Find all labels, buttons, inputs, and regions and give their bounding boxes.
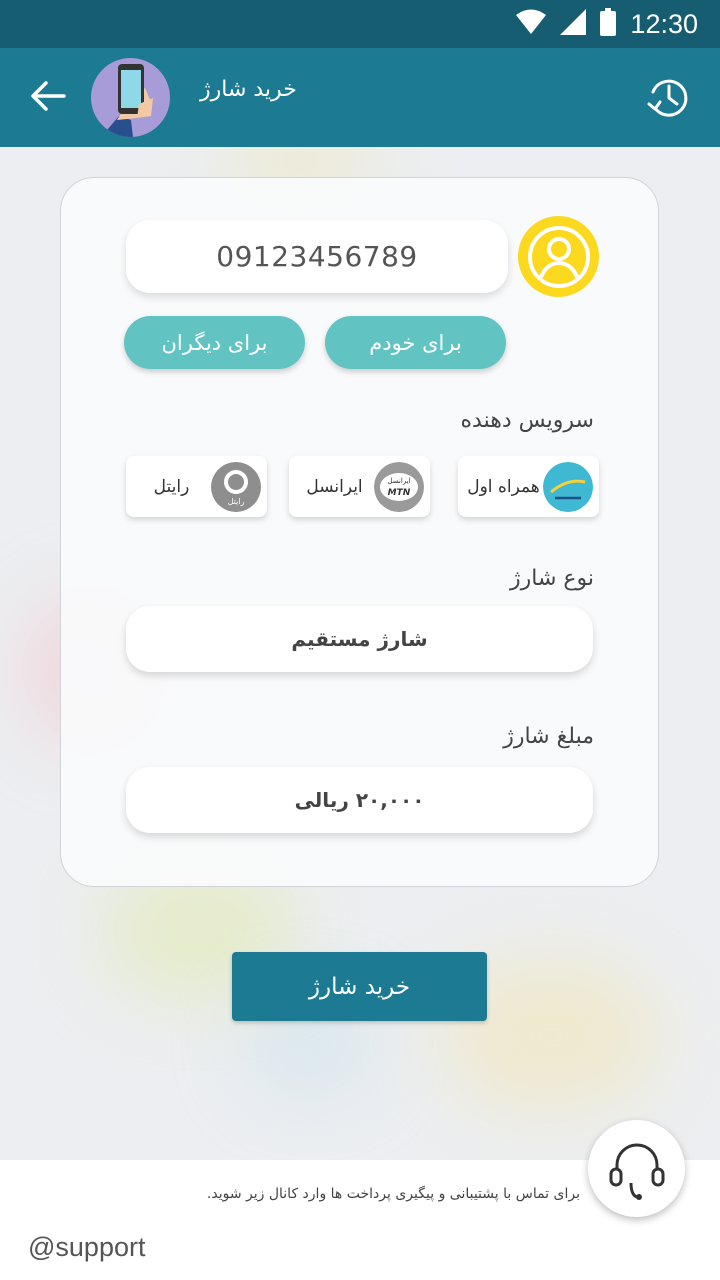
page-title: خرید شارژ	[200, 77, 297, 102]
svg-text:ایرانسل: ایرانسل	[387, 477, 410, 485]
irancell-logo-icon: ایرانسل MTN	[374, 461, 424, 512]
charge-type-select[interactable]: شارژ مستقیم	[126, 606, 593, 672]
mci-logo-icon	[543, 461, 593, 512]
operator-rightel[interactable]: رایتل رایتل	[126, 456, 267, 517]
operator-mci[interactable]: همراه اول	[458, 456, 599, 517]
svg-text:رایتل: رایتل	[228, 497, 245, 506]
support-channel-link[interactable]: @support	[28, 1232, 145, 1263]
operator-irancell[interactable]: ایرانسل MTN ایرانسل	[289, 456, 430, 517]
contact-picker-button[interactable]	[518, 216, 599, 297]
wifi-icon	[516, 9, 547, 39]
for-others-button[interactable]: برای دیگران	[124, 316, 305, 369]
for-self-button[interactable]: برای خودم	[325, 316, 506, 369]
app-bar: خرید شارژ	[0, 48, 720, 147]
status-time: 12:30	[630, 8, 698, 39]
svg-text:MTN: MTN	[388, 488, 411, 498]
avatar	[91, 58, 170, 137]
history-button[interactable]	[645, 74, 691, 120]
amount-label: مبلغ شارژ	[503, 724, 594, 749]
signal-icon	[560, 9, 587, 39]
charge-type-label: نوع شارژ	[510, 566, 594, 591]
operator-label: ایرانسل	[306, 476, 363, 497]
phone-number-input[interactable]	[126, 220, 508, 293]
arrow-left-icon	[31, 81, 66, 111]
user-icon	[527, 225, 590, 288]
phone-in-hand-icon	[101, 64, 153, 137]
support-info-text: برای تماس با پشتیبانی و پیگیری پرداخت ها…	[206, 1186, 580, 1202]
battery-icon	[600, 8, 617, 40]
rightel-logo-icon: رایتل	[211, 461, 261, 512]
history-icon	[647, 79, 688, 117]
operator-label: رایتل	[153, 476, 190, 497]
headset-icon	[609, 1143, 664, 1200]
amount-select[interactable]: ۲۰,۰۰۰ ریالی	[126, 767, 593, 833]
operator-section-label: سرویس دهنده	[460, 408, 594, 433]
support-button[interactable]	[588, 1120, 685, 1217]
status-bar: 12:30	[0, 0, 720, 48]
back-button[interactable]	[28, 78, 68, 114]
buy-charge-button[interactable]: خرید شارژ	[232, 952, 487, 1021]
operator-label: همراه اول	[467, 476, 540, 497]
